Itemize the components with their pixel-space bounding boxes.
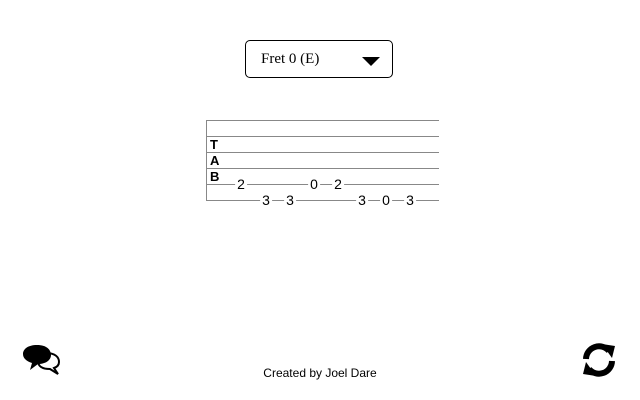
tab-note: 3 [404, 192, 416, 208]
footer-credit: Created by Joel Dare [263, 366, 377, 380]
refresh-icon[interactable] [580, 342, 618, 383]
staff-line [206, 120, 439, 121]
tab-note: 2 [332, 176, 344, 192]
staff-line [206, 136, 439, 137]
tab-letter: T [209, 137, 219, 152]
tab-staff: T A B 2 3 3 0 2 3 0 3 [0, 0, 640, 400]
tab-letter: A [209, 153, 221, 168]
tab-letter: B [209, 169, 221, 184]
tab-note: 2 [235, 176, 247, 192]
staff-line [206, 152, 439, 153]
tab-note: 3 [284, 192, 296, 208]
staff-bar [206, 120, 207, 200]
staff-line [206, 168, 439, 169]
tab-note: 0 [380, 192, 392, 208]
tab-note: 3 [260, 192, 272, 208]
tab-note: 3 [356, 192, 368, 208]
tab-note: 0 [308, 176, 320, 192]
